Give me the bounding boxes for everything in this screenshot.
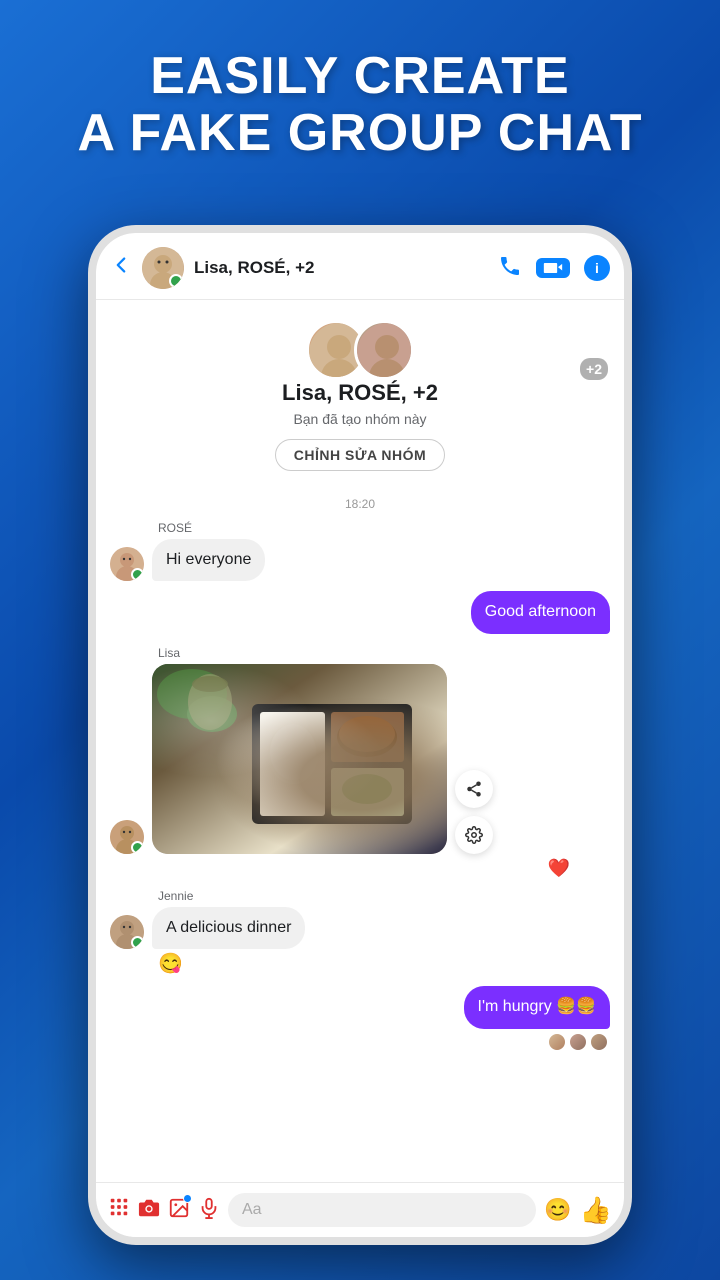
group-avatar-2 [354,320,414,380]
emoji-button[interactable]: 😊 [544,1197,571,1223]
receipt-avatar-3 [590,1033,608,1051]
food-image [152,664,447,854]
message-bubble-5: I'm hungry 🍔🍔 [464,986,610,1028]
receipt-avatar-1 [548,1033,566,1051]
message-group-rose: ROSÉ Hi everyone [110,521,610,581]
message-group-sent-1: Good afternoon [110,591,610,633]
message-input[interactable]: Aa [228,1193,536,1227]
gallery-icon[interactable] [168,1197,190,1224]
group-plus-count: +2 [580,358,608,380]
group-name-display: Lisa, ROSÉ, +2 [120,380,600,406]
header-group-name: Lisa, ROSÉ, +2 [194,258,488,278]
message-group-jennie: Jennie A delicious dinner 😋 [110,889,610,976]
edit-group-button[interactable]: CHỈNH SỬA NHÓM [275,439,445,471]
info-icon[interactable]: i [584,255,610,281]
receipt-avatar-2 [569,1033,587,1051]
save-image-button[interactable] [455,816,493,854]
jennie-avatar [110,915,144,949]
group-sub-text: Bạn đã tạo nhóm này [120,411,600,427]
food-image-bubble [152,664,447,854]
message-row-2: Good afternoon [110,591,610,633]
lisa-avatar [110,820,144,854]
call-icon[interactable] [498,254,522,283]
message-bubble-4: A delicious dinner [152,907,305,949]
grid-icon[interactable] [108,1196,130,1224]
chat-toolbar: Aa 😊 👍 [96,1182,624,1237]
message-timestamp: 18:20 [110,497,610,511]
header-avatar [142,247,184,289]
sender-name-jennie: Jennie [158,889,610,903]
video-icon[interactable] [536,258,570,278]
mic-icon[interactable] [198,1197,220,1224]
camera-icon[interactable] [138,1197,160,1224]
emoji-reaction: 😋 [158,951,610,976]
read-receipts [110,1033,608,1051]
back-button[interactable] [110,254,132,282]
image-action-buttons [455,770,493,854]
message-row-4: A delicious dinner [110,907,610,949]
input-placeholder: Aa [242,1201,262,1219]
header-action-icons: i [498,254,610,283]
message-row-1: Hi everyone [110,539,610,581]
group-avatar-stack: +2 [120,320,600,380]
chat-body: +2 Lisa, ROSÉ, +2 Bạn đã tạo nhóm này CH… [96,300,624,1182]
like-button[interactable]: 👍 [580,1195,612,1226]
sender-name-rose: ROSÉ [158,521,610,535]
sender-name-lisa: Lisa [158,646,610,660]
message-bubble-2: Good afternoon [471,591,610,633]
gallery-badge [183,1194,192,1203]
message-group-lisa: Lisa [110,646,610,879]
share-button[interactable] [455,770,493,808]
message-row-5: I'm hungry 🍔🍔 [110,986,610,1028]
chat-header: Lisa, ROSÉ, +2 i [96,233,624,300]
group-header: +2 Lisa, ROSÉ, +2 Bạn đã tạo nhóm này CH… [110,300,610,487]
page-title: EASILY CREATE A FAKE GROUP CHAT [0,48,720,162]
phone-mockup: Lisa, ROSÉ, +2 i [88,225,632,1245]
rose-avatar [110,547,144,581]
message-bubble-1: Hi everyone [152,539,265,581]
message-group-sent-2: I'm hungry 🍔🍔 [110,986,610,1050]
image-section [110,664,610,854]
heart-reaction: ❤️ [110,858,570,879]
